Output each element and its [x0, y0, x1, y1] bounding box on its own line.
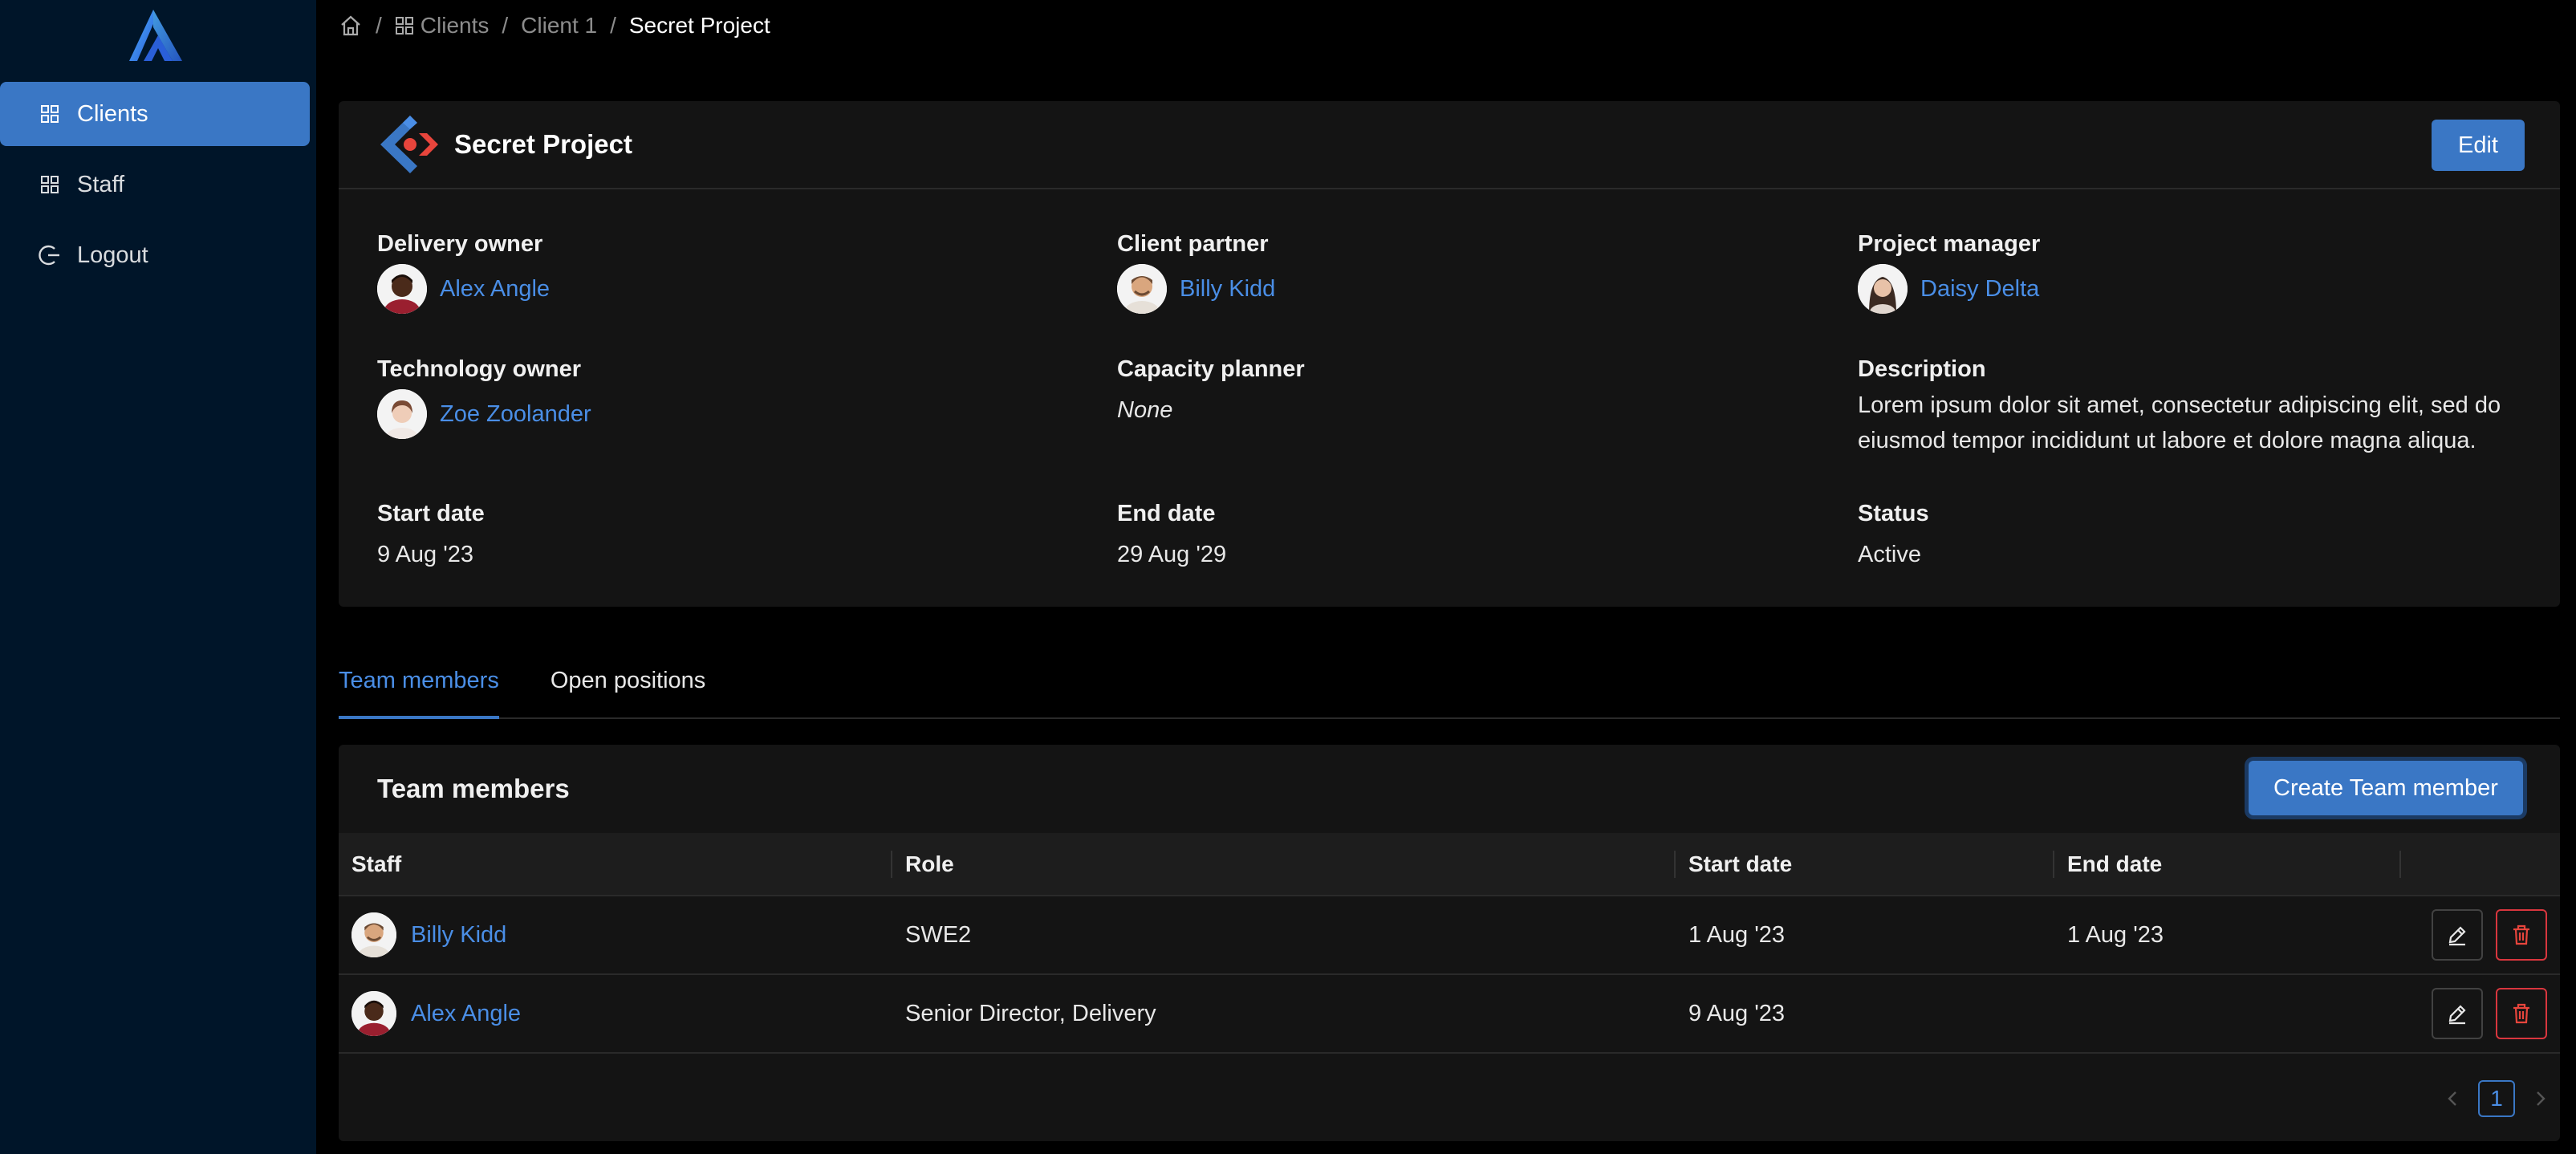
actions-cell [2401, 974, 2560, 1054]
avatar [377, 264, 427, 314]
chevron-left-icon[interactable] [2444, 1089, 2460, 1108]
field-description: Description Lorem ipsum dolor sit amet, … [1858, 356, 2524, 458]
column-header-end-date[interactable]: End date [2054, 833, 2401, 896]
staff-cell: Alex Angle [339, 974, 892, 1054]
sidebar: Clients Staff Logout [0, 0, 316, 1154]
column-header-start-date[interactable]: Start date [1676, 833, 2054, 896]
status-value: Active [1858, 542, 1921, 567]
field-start-date: Start date 9 Aug '23 [377, 501, 485, 572]
table-row: Billy Kidd SWE2 1 Aug '23 1 Aug '23 [339, 896, 2560, 975]
avatar [351, 991, 396, 1036]
field-label: Project manager [1858, 231, 2041, 257]
edit-button[interactable]: Edit [2432, 120, 2525, 171]
field-label: Delivery owner [377, 231, 543, 257]
field-label: Description [1858, 356, 1986, 382]
staff-link[interactable]: Billy Kidd [411, 922, 506, 949]
panel-title: Team members [377, 774, 570, 803]
end-date-cell: 1 Aug '23 [2054, 896, 2401, 975]
pagination: 1 [2444, 1080, 2549, 1117]
person-link[interactable]: Billy Kidd [1180, 276, 1275, 303]
card-header: Secret Project Edit [339, 101, 2560, 189]
person-link[interactable]: Daisy Delta [1920, 276, 2039, 303]
field-capacity-planner: Capacity planner None [1117, 356, 1305, 428]
field-label: Capacity planner [1117, 356, 1305, 382]
field-label: Client partner [1117, 231, 1269, 257]
create-team-member-button[interactable]: Create Team member [2249, 761, 2523, 815]
field-end-date: End date 29 Aug '29 [1117, 501, 1226, 572]
pencil-icon [2448, 926, 2466, 946]
breadcrumb-current: Secret Project [628, 13, 770, 38]
field-status: Status Active [1858, 501, 1929, 572]
breadcrumb: / Clients / Client 1 / Secret Project [339, 11, 770, 40]
field-project-manager: Project manager Daisy Delta [1858, 231, 2040, 314]
app-logo[interactable] [126, 6, 185, 64]
column-header-staff[interactable]: Staff [339, 833, 892, 896]
project-icon [380, 116, 438, 173]
panel-header: Team members Create Team member [339, 745, 2560, 833]
person-link[interactable]: Zoe Zoolander [440, 401, 591, 428]
breadcrumb-clients[interactable]: Clients [395, 13, 490, 39]
breadcrumb-separator: / [502, 13, 509, 38]
avatar [377, 389, 427, 439]
page-number[interactable]: 1 [2478, 1080, 2515, 1117]
grid-icon [39, 173, 61, 196]
actions-cell [2401, 896, 2560, 975]
breadcrumb-separator: / [376, 13, 382, 38]
field-delivery-owner: Delivery owner Alex Angle [377, 231, 550, 314]
field-technology-owner: Technology owner Zoe Zoolander [377, 356, 591, 439]
breadcrumb-client[interactable]: Client 1 [521, 13, 597, 39]
staff-cell: Billy Kidd [339, 896, 892, 975]
team-members-table: Staff Role Start date End date Billy Kid… [339, 833, 2560, 1054]
staff-link[interactable]: Alex Angle [411, 1001, 521, 1027]
field-client-partner: Client partner Billy Kidd [1117, 231, 1275, 314]
page-title: Secret Project [454, 129, 632, 159]
avatar [351, 912, 396, 957]
grid-icon [395, 16, 414, 35]
field-value: Lorem ipsum dolor sit amet, consectetur … [1858, 392, 2501, 453]
start-date-cell: 9 Aug '23 [1676, 974, 2054, 1054]
sidebar-item-label: Clients [77, 100, 148, 127]
avatar [1117, 264, 1167, 314]
team-members-panel: Team members Create Team member Staff Ro… [339, 745, 2560, 1141]
role-cell: SWE2 [892, 896, 1676, 975]
project-card: Secret Project Edit Delivery owner Alex … [339, 101, 2560, 607]
end-date-cell [2054, 974, 2401, 1054]
delete-row-button[interactable] [2496, 988, 2547, 1039]
field-label: End date [1117, 501, 1216, 526]
person-link[interactable]: Alex Angle [440, 276, 550, 303]
field-label: Start date [377, 501, 485, 526]
column-header-role[interactable]: Role [892, 833, 1676, 896]
pencil-icon [2448, 1005, 2466, 1025]
grid-icon [39, 103, 61, 125]
tab-team-members[interactable]: Team members [339, 658, 499, 719]
field-value: None [1117, 397, 1173, 423]
table-header-row: Staff Role Start date End date [339, 833, 2560, 896]
start-date-cell: 1 Aug '23 [1676, 896, 2054, 975]
logout-icon [39, 244, 61, 266]
chevron-right-icon[interactable] [2533, 1089, 2549, 1108]
column-header-actions [2401, 833, 2560, 896]
avatar [1858, 264, 1908, 314]
breadcrumb-label: Clients [420, 13, 490, 38]
field-label: Technology owner [377, 356, 582, 382]
role-cell: Senior Director, Delivery [892, 974, 1676, 1054]
home-icon[interactable] [339, 14, 363, 38]
breadcrumb-separator: / [610, 13, 616, 38]
sidebar-item-staff[interactable]: Staff [0, 152, 310, 217]
tab-open-positions[interactable]: Open positions [551, 658, 705, 719]
field-value: 29 Aug '29 [1117, 542, 1227, 567]
trash-icon [2513, 924, 2529, 945]
field-label: Status [1858, 501, 1929, 526]
field-value: 9 Aug '23 [377, 542, 474, 567]
edit-row-button[interactable] [2432, 988, 2483, 1039]
tab-bar: Team members Open positions [339, 658, 2560, 719]
sidebar-item-logout[interactable]: Logout [0, 223, 310, 287]
sidebar-item-label: Staff [77, 171, 125, 197]
delete-row-button[interactable] [2496, 909, 2547, 961]
sidebar-item-label: Logout [77, 242, 148, 268]
trash-icon [2513, 1003, 2529, 1024]
edit-row-button[interactable] [2432, 909, 2483, 961]
table-row: Alex Angle Senior Director, Delivery 9 A… [339, 974, 2560, 1054]
sidebar-item-clients[interactable]: Clients [0, 82, 310, 146]
